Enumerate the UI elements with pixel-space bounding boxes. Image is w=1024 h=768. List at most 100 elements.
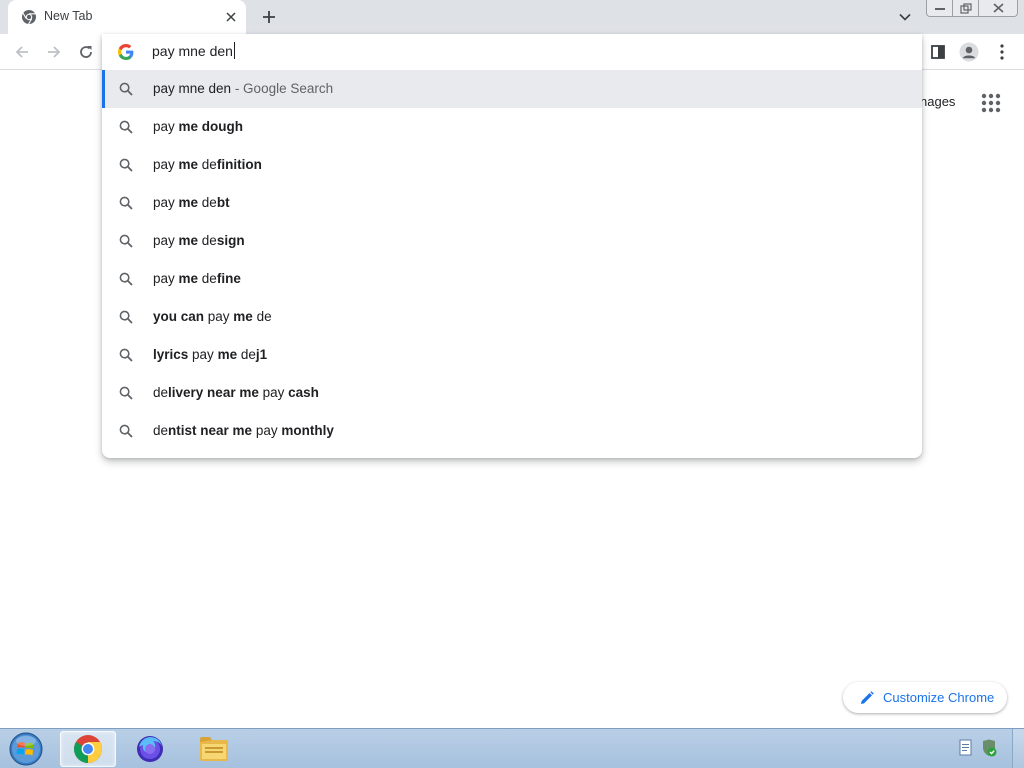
suggestion-row[interactable]: pay mne den - Google Search	[102, 70, 922, 108]
suggestion-text-part: me	[178, 233, 199, 248]
suggestion-text-part: cash	[288, 385, 319, 400]
suggestion-text-part: me	[178, 157, 199, 172]
more-menu-icon[interactable]	[992, 42, 1012, 62]
system-tray	[958, 739, 998, 762]
suggestion-text-part: de	[153, 385, 169, 400]
suggestion-text-part: pay	[252, 423, 282, 438]
suggestion-text-part: sign	[216, 233, 245, 248]
suggestion-text: pay me definition	[153, 157, 262, 172]
suggestion-text-part: pay	[153, 233, 179, 248]
suggestion-text-part: pay	[153, 271, 179, 286]
show-desktop-button[interactable]	[1012, 729, 1024, 768]
search-icon	[118, 423, 134, 439]
omnibox-typed-text: pay mne den	[152, 43, 233, 59]
suggestion-text-part: j1	[255, 347, 268, 362]
suggestion-row[interactable]: pay me design	[102, 222, 922, 260]
suggestion-text-part: you can	[153, 309, 205, 324]
suggestion-row[interactable]: dentist near me pay monthly	[102, 412, 922, 450]
tray-document-icon[interactable]	[958, 739, 974, 762]
close-window-button[interactable]	[978, 0, 1018, 17]
suggestion-text-part: livery near me	[168, 385, 259, 400]
start-button-icon[interactable]	[6, 731, 46, 767]
suggestion-text: dentist near me pay monthly	[153, 423, 334, 438]
suggestion-text: lyrics pay me dej1	[153, 347, 267, 362]
omnibox-input[interactable]: pay mne den	[152, 42, 235, 59]
suggestion-text: pay mne den - Google Search	[153, 81, 333, 96]
tray-security-shield-icon[interactable]	[980, 739, 998, 762]
chrome-icon	[21, 9, 37, 25]
suggestion-text-part: de	[198, 195, 217, 210]
search-icon	[118, 81, 134, 97]
customize-chrome-label: Customize Chrome	[883, 690, 995, 705]
suggestion-text-part: monthly	[281, 423, 334, 438]
suggestion-row[interactable]: lyrics pay me dej1	[102, 336, 922, 374]
back-arrow-icon[interactable]	[12, 42, 32, 62]
suggestion-text-part: de	[153, 423, 169, 438]
suggestion-text: pay me define	[153, 271, 241, 286]
tab-new-tab[interactable]: New Tab	[8, 0, 246, 34]
suggestion-text: pay me design	[153, 233, 245, 248]
pencil-icon	[859, 690, 875, 706]
suggestion-text-part: finition	[216, 157, 262, 172]
suggestion-row[interactable]: pay me definition	[102, 146, 922, 184]
suggestion-text-part: me	[233, 309, 253, 324]
suggestion-text-part: de	[198, 271, 217, 286]
taskbar-file-explorer-icon[interactable]	[186, 731, 242, 767]
suggestion-text-part: pay	[153, 195, 179, 210]
search-icon	[118, 195, 134, 211]
tab-strip: New Tab	[0, 0, 1024, 34]
suggestion-text-part: bt	[216, 195, 230, 210]
close-tab-icon[interactable]	[222, 8, 240, 26]
suggestion-text-part: pay	[204, 309, 234, 324]
search-icon	[118, 309, 134, 325]
suggestion-text-part: pay	[188, 347, 218, 362]
text-caret	[233, 42, 235, 59]
customize-chrome-button[interactable]: Customize Chrome	[843, 682, 1007, 713]
google-g-icon	[118, 44, 134, 60]
suggestion-text: delivery near me pay cash	[153, 385, 319, 400]
suggestion-text-part: me	[217, 347, 238, 362]
profile-avatar-icon[interactable]	[959, 42, 979, 62]
suggestion-text-part: de	[252, 309, 272, 324]
suggestion-text-part: me	[178, 195, 199, 210]
suggestion-text-part: me dough	[178, 119, 244, 134]
search-icon	[118, 157, 134, 173]
tab-title: New Tab	[44, 9, 93, 23]
suggestion-text-part: fine	[216, 271, 241, 286]
search-icon	[118, 271, 134, 287]
search-icon	[118, 347, 134, 363]
suggestion-row[interactable]: delivery near me pay cash	[102, 374, 922, 412]
forward-arrow-icon[interactable]	[44, 42, 64, 62]
suggestion-row[interactable]: you can pay me de	[102, 298, 922, 336]
images-link[interactable]: nages	[920, 94, 955, 109]
suggestion-text-part: pay	[258, 385, 289, 400]
suggestion-text-part: pay mne den	[153, 81, 232, 96]
suggestion-text-part: lyrics	[153, 347, 189, 362]
taskbar	[0, 728, 1024, 768]
taskbar-chrome-icon[interactable]	[60, 731, 116, 767]
suggestion-text-part: de	[198, 157, 217, 172]
suggestion-text-part: ntist near me	[168, 423, 253, 438]
suggestion-text-part: me	[178, 271, 199, 286]
suggestion-row[interactable]: pay me define	[102, 260, 922, 298]
omnibox-dropdown: pay mne den pay mne den - Google Search p…	[102, 34, 922, 458]
suggestion-text-part: - Google Search	[231, 81, 334, 96]
suggestion-text: pay me dough	[153, 119, 243, 134]
search-icon	[118, 233, 134, 249]
suggestion-text: you can pay me de	[153, 309, 272, 324]
suggestion-row[interactable]: pay me dough	[102, 108, 922, 146]
suggestion-row[interactable]: pay me debt	[102, 184, 922, 222]
suggestion-text-part: pay	[153, 157, 179, 172]
new-tab-plus-icon[interactable]	[259, 7, 279, 27]
suggestion-text-part: de	[237, 347, 256, 362]
omnibox-input-row[interactable]: pay mne den	[102, 34, 922, 70]
reload-icon[interactable]	[76, 42, 96, 62]
apps-grid-icon[interactable]	[980, 92, 1002, 114]
side-panel-icon[interactable]	[928, 42, 948, 62]
restore-window-button[interactable]	[952, 0, 980, 17]
suggestion-text-part: de	[198, 233, 217, 248]
search-icon	[118, 119, 134, 135]
chevron-down-icon[interactable]	[896, 9, 914, 25]
taskbar-firefox-icon[interactable]	[122, 731, 178, 767]
minimize-window-button[interactable]	[926, 0, 954, 17]
